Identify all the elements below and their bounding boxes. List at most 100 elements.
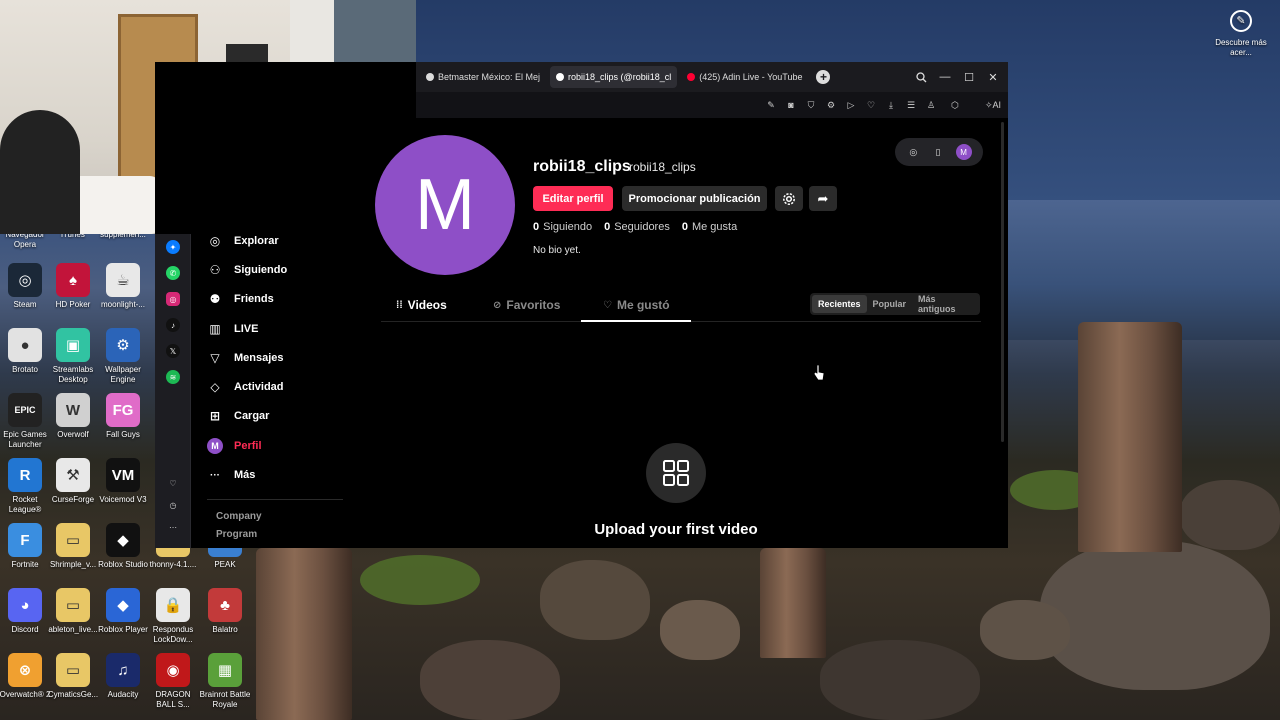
following-stat[interactable]: 0 Siguiendo (533, 221, 592, 233)
desktop-icon[interactable]: W Overwolf (45, 393, 101, 440)
ai-sparkle-icon: ✧ (984, 99, 993, 110)
footer-company-link[interactable]: Company (216, 511, 262, 522)
ai-button[interactable]: ✧ AI (982, 98, 1004, 112)
profile-avatar[interactable]: M (375, 135, 515, 275)
desktop-icon[interactable]: ◆ Roblox Studio (95, 523, 151, 570)
wallpaper-wooden-post (1078, 322, 1182, 552)
browser-tab[interactable]: (425) Adin Live - YouTube (681, 66, 808, 88)
heart-icon[interactable]: ♡ (864, 98, 878, 112)
desktop-icon-label: HD Poker (55, 300, 91, 309)
likes-label: Me gusta (691, 221, 738, 233)
desktop-icon[interactable]: ▦ Brainrot Battle Royale (197, 653, 253, 710)
messenger-icon[interactable]: ✦ (166, 240, 180, 254)
tab-favorites[interactable]: ⊘ Favoritos (493, 298, 560, 312)
desktop-icon[interactable]: ⚒ CurseForge (45, 458, 101, 505)
tab-active-underline (581, 320, 691, 322)
close-button[interactable]: ✕ (981, 62, 1005, 92)
app-icon: VM (106, 458, 140, 492)
sort-recent-button[interactable]: Recientes (812, 295, 867, 313)
nav-item-mensajes[interactable]: ▽ Mensajes (207, 347, 283, 369)
hand-cursor-icon (813, 364, 825, 381)
history-icon[interactable]: ◷ (166, 498, 180, 512)
maximize-button[interactable]: ☐ (957, 62, 981, 92)
camera-icon[interactable]: ◙ (784, 98, 798, 112)
play-icon[interactable]: ▷ (844, 98, 858, 112)
nav-item-siguiendo[interactable]: ⚇ Siguiendo (207, 259, 288, 281)
desktop-icon-label: Fall Guys (106, 430, 140, 439)
wallpaper-rock (420, 640, 560, 720)
browser-tab[interactable]: robii18_clips (@robii18_cl (550, 66, 678, 88)
nav-item-live[interactable]: ▥ LIVE (207, 318, 258, 340)
desktop-icon[interactable]: 🔒 Respondus LockDow... (145, 588, 201, 645)
tiktok-icon[interactable]: ♪ (166, 318, 180, 332)
nav-item-explorar[interactable]: ◎ Explorar (207, 230, 279, 252)
shield-icon[interactable]: ⛉ (804, 98, 818, 112)
app-icon: ▦ (208, 653, 242, 687)
compass-icon[interactable]: ◎ (906, 145, 920, 159)
settings-button[interactable] (775, 186, 803, 211)
desktop-icon[interactable]: ⚙ Wallpaper Engine (95, 328, 151, 385)
desktop-icon[interactable]: ▭ CymaticsGe... (45, 653, 101, 700)
menu-icon[interactable]: ☰ (904, 98, 918, 112)
desktop-icon[interactable]: ♠ HD Poker (45, 263, 101, 310)
desktop-icon[interactable]: ▭ Shrimple_v... (45, 523, 101, 570)
account-icon[interactable]: ♙ (924, 98, 938, 112)
spotify-icon[interactable]: ≋ (166, 370, 180, 384)
wallpaper-rock (660, 600, 740, 660)
gear-icon (783, 192, 795, 205)
app-icon: ▭ (56, 588, 90, 622)
new-tab-button[interactable]: + (816, 70, 831, 84)
desktop-icon[interactable]: ◉ DRAGON BALL S... (145, 653, 201, 710)
desktop-icon[interactable]: ◆ Roblox Player (95, 588, 151, 635)
instagram-icon[interactable]: ◎ (166, 292, 180, 306)
sort-toggle: Recientes Popular Más antiguos (810, 293, 980, 315)
app-icon: ♣ (208, 588, 242, 622)
x-icon[interactable]: 𝕏 (166, 344, 180, 358)
minimize-button[interactable]: — (933, 62, 957, 92)
tab-liked[interactable]: ♡ Me gustó (603, 298, 670, 312)
page-scrollbar[interactable] (1001, 122, 1004, 442)
following-label: Siguiendo (543, 221, 593, 233)
desktop-icon[interactable]: VM Voicemod V3 (95, 458, 151, 505)
desktop-icon[interactable]: ☕ moonlight-... (95, 263, 151, 310)
promote-post-button[interactable]: Promocionar publicación (622, 186, 767, 211)
app-icon: R (8, 458, 42, 492)
browser-tab[interactable]: Betmaster México: El Mej (420, 66, 546, 88)
download-icon[interactable]: ⤓ (884, 98, 898, 112)
nav-item-perfil[interactable]: M Perfil (207, 435, 262, 457)
nav-item-label: Cargar (234, 410, 270, 422)
extension-icon[interactable]: ⚙ (824, 98, 838, 112)
ai-label: AI (992, 100, 1002, 110)
desktop-icon[interactable]: ♣ Balatro (197, 588, 253, 635)
edit-profile-button[interactable]: Editar perfil (533, 186, 613, 211)
nav-item-cargar[interactable]: ⊞ Cargar (207, 405, 270, 427)
liked-heart-icon: ♡ (603, 299, 612, 311)
whatsapp-icon[interactable]: ✆ (166, 266, 180, 280)
app-icon: ☕ (106, 263, 140, 297)
nav-item-friends[interactable]: ⚉ Friends (207, 288, 274, 310)
edit-icon[interactable]: ✎ (764, 98, 778, 112)
discover-widget[interactable]: ✎ Descubre más acer... (1215, 10, 1267, 58)
wallpaper-rock (540, 560, 650, 640)
followers-stat[interactable]: 0 Seguidores (604, 221, 670, 233)
mini-avatar[interactable]: M (955, 144, 972, 160)
desktop-icon[interactable]: ▭ ableton_live... (45, 588, 101, 635)
footer-program-link[interactable]: Program (216, 529, 257, 540)
share-button[interactable]: ➦ (809, 186, 837, 211)
nav-item-actividad[interactable]: ◇ Actividad (207, 376, 283, 398)
search-tabs-icon[interactable] (909, 62, 933, 92)
desktop-icon[interactable]: ♫ Audacity (95, 653, 151, 700)
tab-videos[interactable]: ⁞⁞ Videos (396, 298, 447, 312)
nav-item-ms[interactable]: ··· Más (207, 464, 255, 486)
desktop-icon[interactable]: FG Fall Guys (95, 393, 151, 440)
desktop-icon[interactable]: ▣ Streamlabs Desktop (45, 328, 101, 385)
followers-count: 0 (604, 221, 611, 233)
mobile-icon[interactable]: ▯ (931, 145, 945, 159)
desktop-icon-label: Brainrot Battle Royale (199, 690, 251, 709)
more-icon[interactable]: ⋯ (166, 520, 180, 534)
sort-oldest-button[interactable]: Más antiguos (912, 294, 978, 314)
cube-icon[interactable]: ⬡ (948, 98, 962, 112)
heart-icon[interactable]: ♡ (166, 476, 180, 490)
desktop-icon-label: CymaticsGe... (47, 690, 99, 699)
sort-popular-button[interactable]: Popular (867, 295, 913, 313)
